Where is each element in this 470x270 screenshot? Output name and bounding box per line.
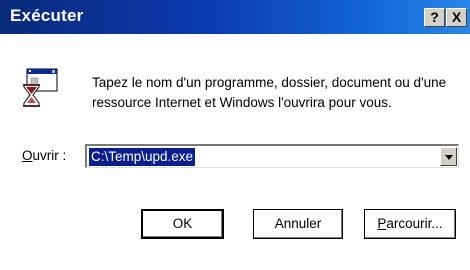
browse-accelerator: P [377, 216, 387, 231]
title-bar[interactable]: Exécuter ? X [0, 0, 470, 34]
open-combobox[interactable]: C:\Temp\upd.exe [85, 144, 459, 168]
close-button[interactable]: X [446, 8, 467, 27]
help-icon: ? [430, 9, 439, 25]
run-hourglass-window-icon [23, 68, 58, 107]
close-icon: X [451, 9, 462, 25]
help-button[interactable]: ? [424, 8, 445, 27]
run-dialog: Exécuter ? X Tapez le nom d'un programme… [0, 0, 470, 270]
open-label-text: uvrir : [32, 148, 67, 163]
open-input[interactable]: C:\Temp\upd.exe [89, 148, 196, 166]
cancel-button[interactable]: Annuler [253, 209, 343, 239]
open-label-accelerator: O [22, 148, 33, 163]
description-text: Tapez le nom d'un programme, dossier, do… [92, 75, 447, 110]
browse-label: arcourir... [386, 216, 443, 231]
window-title: Exécuter [10, 6, 84, 25]
chevron-down-icon[interactable] [440, 147, 457, 166]
open-label: Ouvrir : [22, 148, 66, 163]
ok-button[interactable]: OK [141, 209, 224, 239]
browse-button[interactable]: Parcourir... [364, 209, 456, 239]
